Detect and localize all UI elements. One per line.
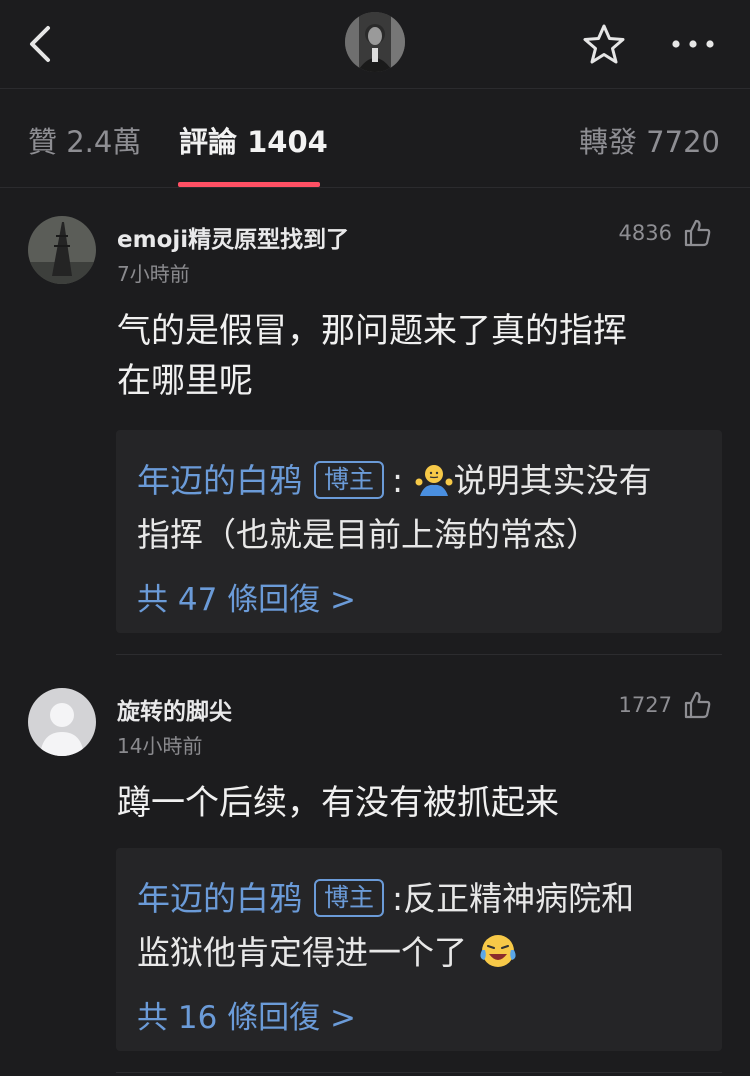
comment-text-line: 在哪里呢: [117, 361, 253, 401]
shrug-emoji-icon: [414, 460, 454, 514]
default-avatar-icon: [28, 688, 96, 756]
blogger-badge: 博主: [314, 879, 385, 917]
reply-text-segment: 反正精神病院和: [403, 879, 635, 918]
blogger-badge: 博主: [314, 461, 385, 499]
tab-reposts[interactable]: 轉發 7720: [579, 119, 720, 161]
chevron-left-icon: [30, 26, 50, 62]
comment-text-line: 蹲一个后续，有没有被抓起来: [117, 783, 559, 823]
app: 贊 2.4萬 評論 1404 轉發 7720 emoji精灵原型找到了 7小時前…: [0, 0, 750, 1076]
like-button[interactable]: 1727: [619, 690, 712, 720]
comment-text: 气的是假冒，那问题来了真的指挥 在哪里呢: [117, 306, 717, 406]
active-tab-indicator: [178, 182, 320, 187]
more-button[interactable]: [668, 26, 718, 62]
commenter-avatar[interactable]: [28, 216, 96, 284]
reply-text: 年迈的白鸦 博主: 说明其实没有: [137, 454, 707, 514]
view-replies-link[interactable]: 共 47 條回復 >: [137, 574, 356, 619]
back-button[interactable]: [22, 22, 62, 66]
tab-bar: 贊 2.4萬 評論 1404 轉發 7720: [0, 89, 750, 188]
comment-divider: [116, 654, 722, 655]
reply-preview[interactable]: 年迈的白鸦 博主: 说明其实没有 指挥（也就是目前上海的常态） 共 47 條回復 …: [116, 430, 722, 633]
thumbs-up-icon: [684, 219, 711, 247]
reply-text-line: 指挥（也就是目前上海的常态）: [137, 515, 599, 554]
comment-text-line: 气的是假冒，那问题来了真的指挥: [117, 311, 627, 351]
comment-divider: [116, 1072, 722, 1073]
avatar-photo-icon: [345, 12, 405, 72]
more-dots-icon: [672, 40, 714, 48]
reply-preview[interactable]: 年迈的白鸦 博主:反正精神病院和 监狱他肯定得进一个了 共 16 條回復 >: [116, 848, 722, 1051]
top-bar: [0, 0, 750, 89]
comment-time: 7小時前: [117, 262, 190, 286]
reply-separator: :: [392, 461, 404, 500]
tower-avatar-icon: [28, 216, 96, 284]
like-count: 4836: [618, 221, 672, 245]
view-replies-link[interactable]: 共 16 條回復 >: [137, 992, 356, 1037]
reply-author[interactable]: 年迈的白鸦: [137, 879, 302, 918]
like-button[interactable]: 4836: [619, 218, 712, 248]
reply-text-segment: 监狱他肯定得进一个了: [137, 933, 467, 972]
comment-text: 蹲一个后续，有没有被抓起来: [117, 778, 717, 828]
commenter-name[interactable]: emoji精灵原型找到了: [117, 220, 349, 254]
commenter-avatar[interactable]: [28, 688, 96, 756]
reply-author[interactable]: 年迈的白鸦: [137, 461, 302, 500]
favorite-button[interactable]: [581, 22, 627, 66]
author-avatar[interactable]: [345, 12, 405, 72]
thumbs-up-icon: [684, 691, 711, 719]
laughing-crying-emoji-icon: [478, 932, 518, 986]
reply-text-segment: 说明其实没有: [453, 461, 652, 500]
reply-separator: :: [392, 879, 404, 918]
tab-likes[interactable]: 贊 2.4萬: [28, 119, 141, 161]
like-count: 1727: [618, 693, 672, 717]
comment-time: 14小時前: [117, 734, 203, 758]
commenter-name[interactable]: 旋转的脚尖: [117, 692, 232, 726]
reply-text: 监狱他肯定得进一个了: [137, 926, 707, 986]
tab-comments[interactable]: 評論 1404: [179, 119, 328, 161]
star-icon: [583, 24, 625, 64]
reply-text: 年迈的白鸦 博主:反正精神病院和: [137, 872, 707, 926]
